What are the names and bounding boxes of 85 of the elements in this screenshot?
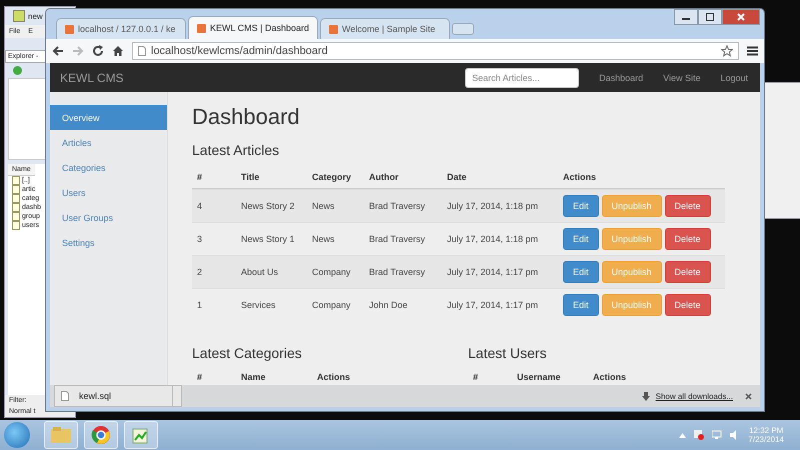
download-item[interactable]: kewl.sql [54,385,182,407]
brand-name[interactable]: KEWL CMS [60,70,466,84]
table-cell-text: News [312,234,336,244]
home-icon[interactable] [112,45,124,57]
column-header: Category [312,172,352,182]
column-header: Actions [563,172,596,182]
favicon-icon [197,24,206,32]
nav-link[interactable]: Dashboard [599,72,644,82]
edit-button[interactable]: Edit [563,261,599,283]
column-header: Title [241,172,260,182]
edit-button[interactable]: Edit [563,228,599,250]
table-cell-text: 4 [197,201,204,211]
table-cell-text: July 17, 2014, 1:18 pm [447,234,540,244]
edit-button[interactable]: Edit [563,294,599,316]
close-icon [737,13,745,21]
menu-icon[interactable] [747,46,758,56]
table-cell-text: News Story 2 [241,201,296,211]
edit-button[interactable]: Edit [563,195,599,217]
star-icon[interactable] [721,45,733,57]
table-cell-text: July 17, 2014, 1:18 pm [447,201,540,211]
delete-button[interactable]: Delete [664,195,711,217]
nav-link[interactable]: View Site [663,72,700,82]
page-title: Dashboard [192,104,301,130]
go-icon[interactable] [13,66,22,75]
section-heading: Latest Categories [192,345,303,361]
column-header: Actions [317,372,350,382]
sidebar-item[interactable]: Articles [50,130,167,155]
table-cell-text: 2 [197,267,204,277]
sidebar-item[interactable]: User Groups [50,205,167,230]
column-header: Date [447,172,468,182]
back-arrow-icon[interactable] [52,45,64,57]
table-cell-text: News Story 1 [241,234,296,244]
flag-icon[interactable] [694,430,704,440]
column-header: # [197,372,204,382]
maximize-button[interactable] [698,9,722,25]
page-icon [138,46,146,56]
table-cell-text: July 17, 2014, 1:17 pm [447,300,540,310]
table-cell-text: Brad Traversy [369,267,426,277]
browser-tab[interactable]: Welcome | Sample Site [320,18,450,39]
sidebar-item[interactable]: Categories [50,155,167,180]
reload-icon[interactable] [92,45,104,57]
address-bar[interactable]: localhost/kewlcms/admin/dashboard [132,42,739,60]
maximize-icon [706,13,714,21]
delete-button[interactable]: Delete [664,228,711,250]
sidebar-item[interactable]: Overview [50,105,167,130]
delete-button[interactable]: Delete [664,261,711,283]
clock-date[interactable]: 7/23/2014 [748,435,784,444]
favicon-icon [329,24,338,34]
table-cell-text: News [312,201,336,211]
table-cell-text: Services [241,300,277,310]
section-heading: Latest Users [468,345,548,361]
sidebar-item[interactable]: Settings [50,230,167,255]
table-cell-text: John Doe [369,300,409,310]
table-cell-text: Company [312,300,352,310]
close-icon[interactable] [745,392,752,400]
show-all-downloads-link[interactable]: Show all downloads... [656,392,733,400]
nav-link[interactable]: Logout [720,72,748,82]
column-header: Name [241,372,267,382]
column-header: Author [369,172,400,182]
table-cell-text: 1 [197,300,204,310]
column-header: # [197,172,204,182]
favicon-icon [65,24,74,34]
window-title: new [28,12,43,20]
table-cell-text: Brad Traversy [369,234,426,244]
table-cell-text: 3 [197,234,204,244]
file-icon [61,391,69,401]
sidebar-item[interactable]: Users [50,180,167,205]
browser-tab[interactable]: localhost / 127.0.0.1 / ke [56,18,186,39]
minimize-button[interactable] [674,9,698,25]
table-cell-text: Company [312,267,352,277]
close-button[interactable] [722,9,760,25]
download-icon [642,392,650,400]
editor-icon[interactable] [124,421,158,449]
table-cell-text: July 17, 2014, 1:17 pm [447,267,540,277]
start-button[interactable] [4,422,30,448]
column-header: Actions [593,372,626,382]
column-header: # [473,372,480,382]
delete-button[interactable]: Delete [664,294,711,316]
chrome-icon[interactable] [84,421,118,449]
table-cell-text: Brad Traversy [369,201,426,211]
column-header: Username [517,372,562,382]
browser-tab[interactable]: KEWL CMS | Dashboard [188,16,318,39]
table-cell-text: About Us [241,267,280,277]
search-field[interactable]: Search Articles... [465,68,580,88]
section-heading: Latest Articles [192,142,280,158]
